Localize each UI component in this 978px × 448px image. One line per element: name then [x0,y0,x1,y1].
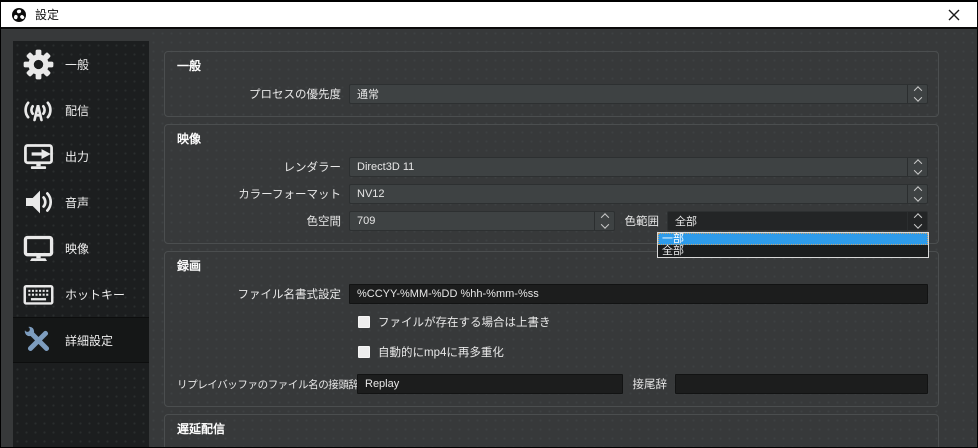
suffix-input[interactable] [675,374,928,394]
output-icon [21,139,55,173]
sidebar-item-label: 配信 [65,103,90,118]
obs-logo-icon [11,7,27,23]
color-range-combobox[interactable]: 全部 [667,211,928,231]
group-general: 一般 プロセスの優先度 通常 [164,51,939,117]
gear-icon [21,47,55,81]
sidebar-item-advanced[interactable]: 詳細設定 [13,317,149,363]
spinner-arrows-icon[interactable] [907,85,927,103]
group-video: 映像 レンダラー Direct3D 11 カラーフォーマット NV12 色空間 … [164,124,939,258]
spinner-arrows-icon[interactable] [907,212,927,230]
overwrite-checkbox-label: ファイルが存在する場合は上書き [378,317,551,329]
renderer-combobox[interactable]: Direct3D 11 [349,157,928,177]
sidebar-item-hotkeys[interactable]: ホットキー [13,271,149,317]
sidebar-item-label: 一般 [65,57,90,72]
spinner-arrows-icon[interactable] [907,158,927,176]
group-title: 映像 [177,132,202,146]
content-area: 一般 配信 出力 音声 映像 ホットキー 詳細設定 一般 プロセスの優先度 通常… [1,29,977,447]
tools-icon [21,323,55,357]
sidebar-item-label: 出力 [65,149,90,164]
sidebar-item-label: 詳細設定 [65,333,114,348]
group-title: 録画 [177,259,202,273]
filename-format-input[interactable] [349,284,928,304]
sidebar-item-stream[interactable]: 配信 [13,87,149,133]
dropdown-option-full[interactable]: 全部 [658,245,928,257]
color-space-combobox[interactable]: 709 [349,211,615,231]
color-range-label: 色範囲 [624,216,660,228]
audio-icon [21,185,55,219]
sidebar-item-output[interactable]: 出力 [13,133,149,179]
color-format-combobox[interactable]: NV12 [349,184,928,204]
group-title: 一般 [177,59,202,73]
color-range-dropdown: 一部 全部 [657,232,929,258]
remux-checkbox[interactable] [358,346,370,358]
spinner-arrows-icon[interactable] [594,212,614,230]
suffix-label: 接尾辞 [632,379,668,391]
overwrite-checkbox-row: ファイルが存在する場合は上書き [358,314,928,330]
color-space-label: 色空間 [306,216,342,228]
settings-panel: 一般 プロセスの優先度 通常 映像 レンダラー Direct3D 11 カラーフ… [149,29,977,447]
sidebar: 一般 配信 出力 音声 映像 ホットキー 詳細設定 [13,41,149,447]
broadcast-icon [21,93,55,127]
sidebar-item-label: 映像 [65,241,90,256]
sidebar-item-label: ホットキー [65,287,126,302]
replay-prefix-label: リプレイバッファのファイル名の接頭辞 [177,378,359,391]
group-recording: 録画 ファイル名書式設定 ファイルが存在する場合は上書き 自動的にmp4に再多重… [164,251,939,407]
spinner-arrows-icon[interactable] [907,185,927,203]
titlebar: 設定 [1,1,977,29]
monitor-icon [21,231,55,265]
sidebar-item-label: 音声 [65,195,90,210]
remux-checkbox-label: 自動的にmp4に再多重化 [378,347,504,359]
window-title: 設定 [35,8,60,22]
process-priority-label: プロセスの優先度 [249,89,341,101]
sidebar-item-video[interactable]: 映像 [13,225,149,271]
settings-window: 設定 一般 配信 出力 音声 映像 ホットキー 詳細設定 一般 プロセスの優先度… [0,0,978,448]
group-title: 遅延配信 [177,422,226,436]
filename-format-label: ファイル名書式設定 [237,289,342,301]
dropdown-option-partial[interactable]: 一部 [658,233,928,245]
sidebar-item-general[interactable]: 一般 [13,41,149,87]
renderer-label: レンダラー [283,162,342,174]
keyboard-icon [21,277,55,311]
overwrite-checkbox[interactable] [358,316,370,328]
process-priority-combobox[interactable]: 通常 [349,84,928,104]
replay-prefix-input[interactable] [357,374,623,394]
color-format-label: カラーフォーマット [238,189,341,201]
group-stream-delay: 遅延配信 有効にする [164,414,939,447]
remux-checkbox-row: 自動的にmp4に再多重化 [358,344,928,360]
close-icon[interactable] [941,4,967,26]
sidebar-item-audio[interactable]: 音声 [13,179,149,225]
